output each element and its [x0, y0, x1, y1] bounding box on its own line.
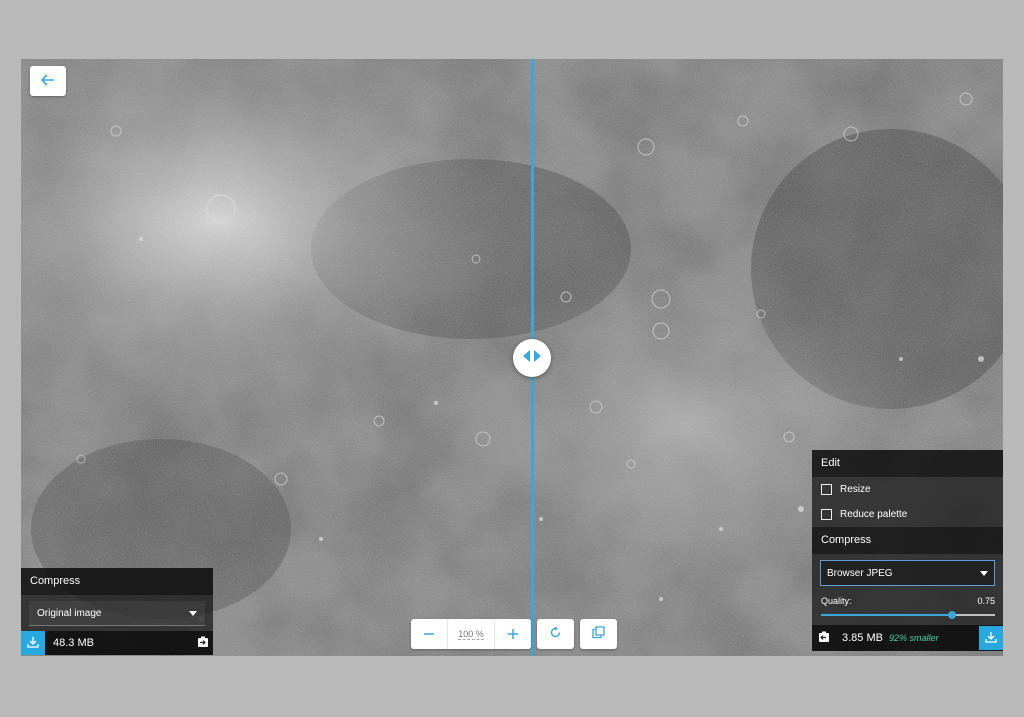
- left-right-arrows-icon: [522, 349, 542, 367]
- right-options-panel: Edit Resize Reduce palette Compress Brow…: [812, 450, 1003, 656]
- copy-to-other-side-icon: [197, 636, 209, 651]
- right-method-select[interactable]: Browser JPEG: [820, 560, 995, 586]
- right-method-value: Browser JPEG: [827, 567, 893, 579]
- left-download-button[interactable]: [21, 631, 45, 655]
- download-icon: [985, 631, 997, 646]
- right-file-size: 3.85 MB: [842, 632, 883, 644]
- left-file-size: 48.3 MB: [53, 637, 94, 649]
- right-compress-title: Compress: [812, 527, 1003, 554]
- left-options-panel: Compress Original image 48.3 MB: [21, 568, 213, 656]
- right-copy-button[interactable]: [814, 628, 834, 648]
- left-method-select[interactable]: Original image: [29, 601, 205, 626]
- zoom-level-value: 100 %: [458, 628, 484, 640]
- back-button[interactable]: [30, 66, 66, 96]
- background-toggle-button[interactable]: [580, 619, 617, 649]
- background-toggle-icon: [592, 626, 605, 642]
- zoom-in-button[interactable]: [495, 619, 531, 649]
- zoom-controls: 100 %: [411, 619, 531, 649]
- quality-slider-thumb[interactable]: [947, 611, 956, 619]
- chevron-down-icon: [189, 608, 197, 619]
- left-compress-title: Compress: [21, 568, 213, 595]
- zoom-out-button[interactable]: [411, 619, 447, 649]
- copy-to-other-side-icon: [818, 631, 830, 646]
- reduce-palette-option[interactable]: Reduce palette: [812, 502, 1003, 527]
- resize-label: Resize: [840, 484, 871, 495]
- rotate-icon: [549, 626, 562, 642]
- left-copy-button[interactable]: [193, 633, 213, 653]
- quality-value: 0.75: [977, 596, 995, 606]
- reduce-palette-checkbox[interactable]: [821, 509, 832, 520]
- rotate-button[interactable]: [537, 619, 574, 649]
- minus-icon: [424, 627, 434, 642]
- view-toolbar: 100 %: [411, 619, 617, 649]
- left-method-value: Original image: [37, 607, 102, 619]
- savings-text: 92% smaller: [888, 633, 939, 643]
- chevron-down-icon: [980, 568, 988, 579]
- download-icon: [27, 636, 39, 651]
- divider-handle[interactable]: [513, 339, 551, 377]
- image-compare-viewer[interactable]: Compress Original image 48.3 MB Edit Res…: [21, 59, 1003, 656]
- reduce-palette-label: Reduce palette: [840, 509, 908, 520]
- resize-option[interactable]: Resize: [812, 477, 1003, 502]
- right-download-button[interactable]: [979, 626, 1003, 650]
- edit-title: Edit: [812, 450, 1003, 477]
- quality-label: Quality:: [821, 596, 852, 606]
- quality-slider-fill: [821, 614, 952, 616]
- zoom-level-input[interactable]: 100 %: [447, 619, 495, 649]
- arrow-left-icon: [40, 73, 55, 89]
- quality-slider[interactable]: [821, 609, 995, 621]
- resize-checkbox[interactable]: [821, 484, 832, 495]
- plus-icon: [508, 627, 518, 642]
